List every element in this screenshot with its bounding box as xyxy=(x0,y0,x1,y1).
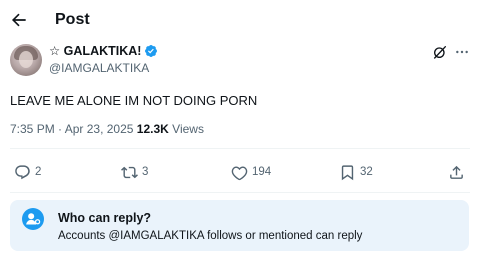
verified-badge-icon xyxy=(145,45,158,57)
reply-restriction-title: Who can reply? xyxy=(58,211,152,225)
divider-top xyxy=(10,148,470,149)
heart-icon xyxy=(231,165,248,180)
user-mention-icon xyxy=(26,213,41,225)
bookmark-icon xyxy=(341,164,354,180)
author-display-name[interactable]: ☆ GALAKTIKA! xyxy=(49,43,141,59)
author-name-row[interactable]: ☆ GALAKTIKA! xyxy=(49,43,158,59)
like-count: 194 xyxy=(252,166,272,178)
divider-bottom xyxy=(10,192,470,193)
bookmark-count: 32 xyxy=(360,166,373,178)
bookmark-button[interactable]: 32 xyxy=(339,163,373,181)
post-text: LEAVE ME ALONE IM NOT DOING PORN xyxy=(10,93,258,108)
repost-icon xyxy=(121,166,138,178)
post-time[interactable]: 7:35 PM xyxy=(10,122,55,136)
reply-count: 2 xyxy=(35,166,42,178)
arrow-left-icon[interactable] xyxy=(9,10,29,30)
reply-button[interactable]: 2 xyxy=(14,163,41,181)
repost-count: 3 xyxy=(142,166,149,178)
grok-icon[interactable] xyxy=(432,44,448,60)
post-header: Post xyxy=(0,0,480,40)
share-icon xyxy=(450,165,463,179)
post-date[interactable]: Apr 23, 2025 xyxy=(65,122,134,136)
views-count: 12.3K xyxy=(136,122,169,136)
author-handle[interactable]: @IAMGALAKTIKA xyxy=(49,61,149,76)
like-button[interactable]: 194 xyxy=(231,163,271,181)
share-button[interactable] xyxy=(448,163,465,181)
reply-restriction-description: Accounts @IAMGALAKTIKA follows or mentio… xyxy=(58,230,363,242)
meta-separator: · xyxy=(58,122,63,136)
post-meta: 7:35 PM · Apr 23, 2025 12.3K Views xyxy=(10,122,204,137)
repost-button[interactable]: 3 xyxy=(121,163,148,181)
avatar[interactable] xyxy=(10,44,42,76)
page-title: Post xyxy=(55,11,90,28)
reply-icon xyxy=(15,164,30,179)
reply-restriction-icon xyxy=(22,208,44,230)
avatar-face xyxy=(19,51,33,68)
reply-restriction-box: Who can reply? Accounts @IAMGALAKTIKA fo… xyxy=(10,200,469,251)
views-label: Views xyxy=(172,122,204,136)
more-options-icon[interactable] xyxy=(454,44,470,60)
